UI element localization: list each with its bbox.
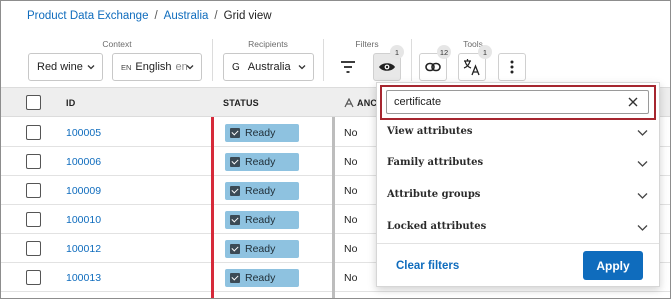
breadcrumb-separator: / [154, 10, 158, 22]
toolbar-divider [323, 39, 324, 81]
context-select-value: Red wine [37, 61, 83, 73]
status-label: Ready [245, 272, 276, 284]
toolbar-divider [212, 39, 213, 81]
select-all-checkbox[interactable] [26, 95, 41, 110]
filter-button[interactable] [334, 53, 362, 81]
chevron-down-icon [637, 161, 648, 167]
more-options-button[interactable] [498, 53, 526, 81]
status-label: Ready [245, 214, 276, 226]
chevron-down-icon [298, 65, 306, 70]
breadcrumb-link-product-data-exchange[interactable]: Product Data Exchange [27, 10, 148, 22]
status-badge: Ready [225, 211, 299, 229]
filters-group-label: Filters [355, 39, 379, 49]
checkbox-checked-icon [230, 128, 240, 138]
section-attribute-groups[interactable]: Attribute groups [377, 180, 659, 212]
recipient-select-value: Australia [247, 61, 291, 73]
attribute-type-icon [344, 98, 354, 108]
breadcrumb-current: Grid view [223, 10, 272, 22]
chevron-down-icon [87, 65, 95, 70]
row-checkbox[interactable] [26, 241, 41, 256]
checkbox-checked-icon [230, 273, 240, 283]
anc-value: No [344, 156, 358, 168]
status-label: Ready [245, 243, 276, 255]
toolbar: Context Recipients Filters Tools Red win… [1, 35, 670, 85]
status-badge: Ready [225, 182, 299, 200]
anc-value: No [344, 127, 358, 139]
translate-icon [463, 59, 480, 76]
language-prefix: EN [121, 62, 132, 72]
row-checkbox[interactable] [26, 183, 41, 198]
anc-value: No [344, 243, 358, 255]
section-label: Locked attributes [387, 221, 487, 232]
anc-value: No [344, 214, 358, 226]
row-id-link[interactable]: 100013 [66, 272, 101, 284]
recipient-select[interactable]: G Australia [223, 53, 314, 81]
chevron-down-icon [637, 193, 648, 199]
filter-count-badge: 1 [390, 45, 404, 59]
section-label: Attribute groups [387, 189, 481, 200]
anc-value: No [344, 272, 358, 284]
column-header-id[interactable]: ID [66, 98, 75, 108]
breadcrumb: Product Data Exchange / Australia / Grid vie… [27, 10, 272, 22]
apply-button[interactable]: Apply [583, 251, 643, 280]
checkbox-checked-icon [230, 157, 240, 167]
row-id-link[interactable]: 100010 [66, 214, 101, 226]
row-checkbox[interactable] [26, 270, 41, 285]
row-id-link[interactable]: 100006 [66, 156, 101, 168]
more-vertical-icon [510, 60, 514, 74]
chevron-down-icon [637, 130, 648, 136]
row-checkbox[interactable] [26, 125, 41, 140]
section-label: View attributes [387, 126, 473, 137]
row-id-link[interactable]: 100009 [66, 185, 101, 197]
breadcrumb-separator: / [214, 10, 218, 22]
checkbox-checked-icon [230, 186, 240, 196]
translate-count-badge: 1 [478, 45, 492, 59]
app-window: Product Data Exchange / Australia / Grid vie… [0, 0, 671, 299]
row-id-link[interactable]: 100012 [66, 243, 101, 255]
status-column-indicator [211, 117, 214, 298]
status-badge: Ready [225, 153, 299, 171]
status-badge: Ready [225, 240, 299, 258]
checkbox-checked-icon [230, 215, 240, 225]
section-label: Family attributes [387, 157, 484, 168]
chevron-down-icon [637, 225, 648, 231]
context-group-label: Context [102, 39, 132, 49]
section-family-attributes[interactable]: Family attributes [377, 148, 659, 180]
language-select-value: English [135, 61, 172, 73]
status-label: Ready [245, 156, 276, 168]
chevron-down-icon [186, 65, 194, 70]
breadcrumb-link-australia[interactable]: Australia [164, 10, 209, 22]
attribute-search-input[interactable] [386, 90, 649, 114]
column-header-status[interactable]: STATUS [223, 98, 259, 108]
status-label: Ready [245, 185, 276, 197]
status-badge: Ready [225, 269, 299, 287]
checkbox-checked-icon [230, 244, 240, 254]
status-badge: Ready [225, 124, 299, 142]
language-select[interactable]: EN English en [112, 53, 202, 81]
row-id-link[interactable]: 100005 [66, 127, 101, 139]
eye-icon [379, 63, 395, 71]
recipients-group-label: Recipients [248, 39, 288, 49]
attribute-filter-panel: View attributes Family attributes Attrib… [376, 82, 660, 287]
section-view-attributes[interactable]: View attributes [377, 117, 659, 149]
link-icon [425, 62, 441, 72]
anc-value: No [344, 185, 358, 197]
context-select[interactable]: Red wine [28, 53, 103, 81]
row-checkbox[interactable] [26, 212, 41, 227]
column-header-anc[interactable]: ANC [357, 98, 377, 108]
column-resize-handle[interactable] [332, 117, 335, 298]
filter-icon [341, 61, 355, 73]
toolbar-divider [411, 39, 412, 81]
row-checkbox[interactable] [26, 154, 41, 169]
clear-filters-button[interactable]: Clear filters [396, 260, 459, 272]
status-label: Ready [245, 127, 276, 139]
link-count-badge: 12 [437, 45, 451, 59]
section-locked-attributes[interactable]: Locked attributes [377, 212, 659, 244]
recipient-prefix: G [232, 61, 240, 73]
panel-footer: Clear filters Apply [377, 243, 659, 287]
close-icon[interactable] [627, 96, 639, 108]
